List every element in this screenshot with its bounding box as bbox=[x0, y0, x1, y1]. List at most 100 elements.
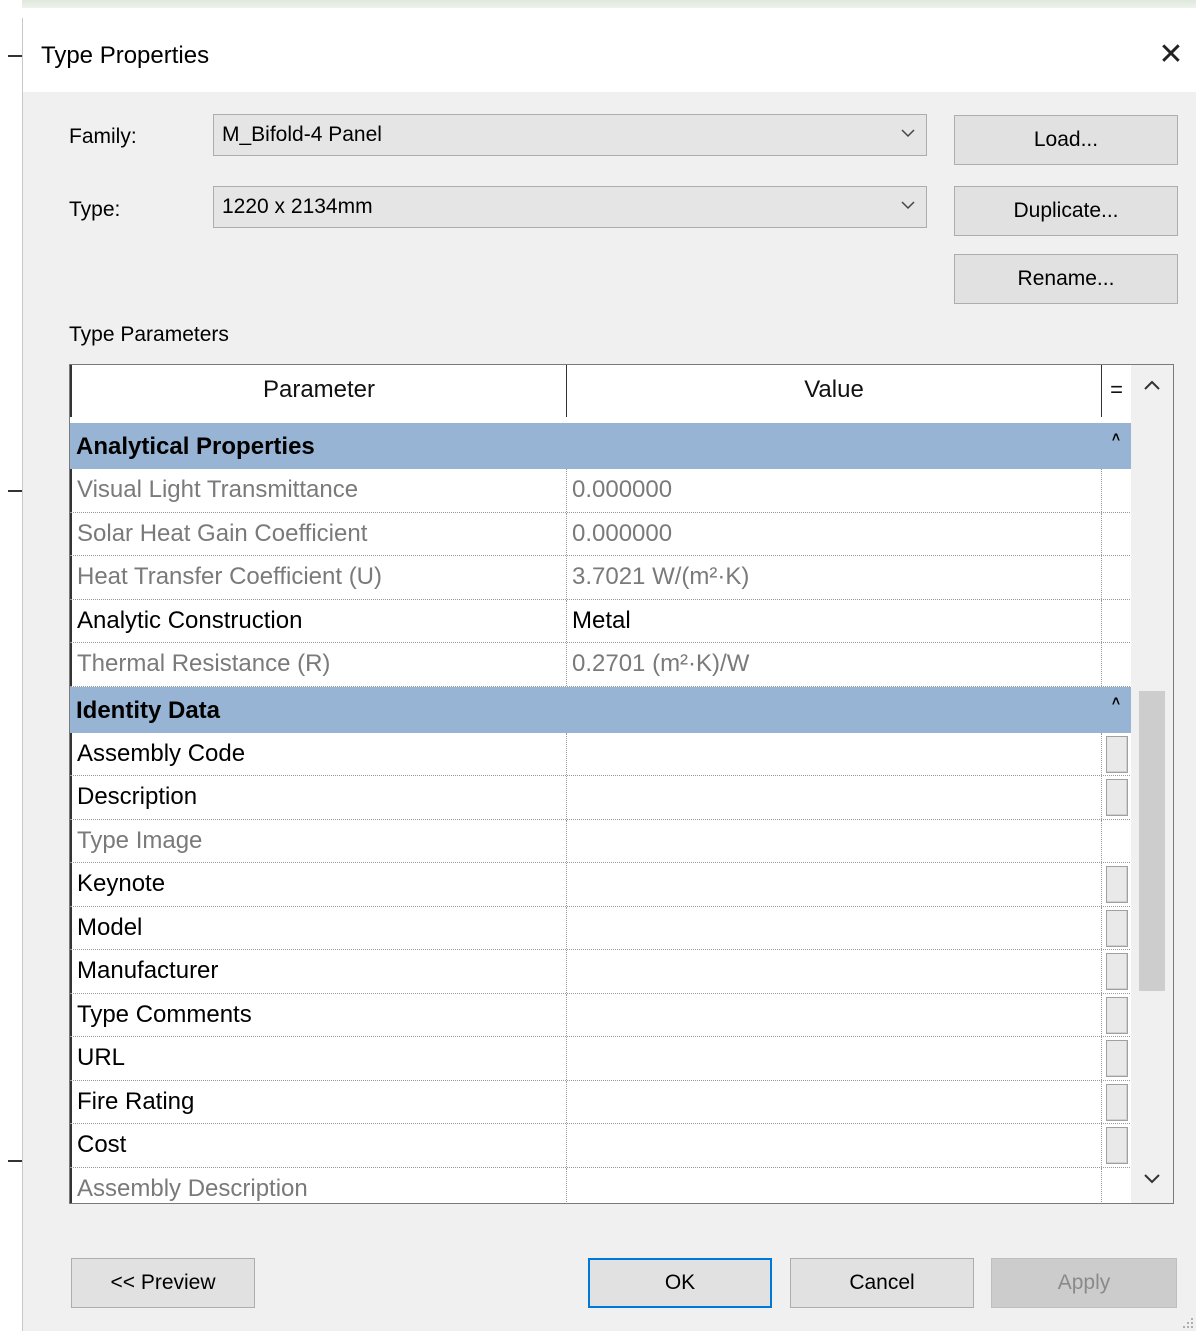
parameter-value-cell[interactable] bbox=[567, 993, 1102, 1036]
formula-button[interactable] bbox=[1106, 953, 1128, 990]
close-icon[interactable]: ✕ bbox=[1151, 36, 1191, 76]
formula-cell bbox=[1102, 776, 1132, 819]
group-header[interactable]: Identity Data ˄ bbox=[70, 686, 1132, 733]
parameter-row[interactable]: Description bbox=[70, 776, 1132, 820]
parameter-row[interactable]: Model bbox=[70, 906, 1132, 950]
chevron-down-icon[interactable] bbox=[1141, 1167, 1163, 1189]
type-value: 1220 x 2134mm bbox=[222, 195, 373, 218]
parameter-name-cell: Model bbox=[70, 906, 567, 949]
duplicate-button[interactable]: Duplicate... bbox=[954, 186, 1178, 236]
formula-button[interactable] bbox=[1106, 996, 1128, 1034]
family-dropdown[interactable]: M_Bifold-4 Panel bbox=[213, 114, 927, 156]
type-parameters-label: Type Parameters bbox=[69, 323, 229, 346]
parameter-name-cell: Keynote bbox=[70, 863, 567, 906]
grid-header: Parameter Value = bbox=[70, 365, 1132, 417]
formula-cell bbox=[1102, 513, 1132, 556]
formula-cell bbox=[1102, 1168, 1132, 1204]
parameter-row[interactable]: Type Comments bbox=[70, 993, 1132, 1037]
parameter-column-header[interactable]: Parameter bbox=[70, 365, 567, 417]
dialog-title: Type Properties bbox=[41, 42, 210, 69]
chevron-down-icon bbox=[901, 201, 915, 210]
gutter-tick bbox=[8, 55, 22, 57]
parameter-name-cell: Description bbox=[70, 776, 567, 819]
parameter-row[interactable]: Keynote bbox=[70, 863, 1132, 907]
cancel-button[interactable]: Cancel bbox=[790, 1258, 974, 1308]
parameter-name-cell: Cost bbox=[70, 1124, 567, 1167]
parameter-value-cell[interactable] bbox=[567, 1037, 1102, 1080]
parameter-row[interactable]: Heat Transfer Coefficient (U) 3.7021 W/(m… bbox=[70, 556, 1132, 600]
parameter-value-cell[interactable] bbox=[567, 950, 1102, 993]
formula-cell bbox=[1102, 643, 1132, 686]
family-label: Family: bbox=[69, 125, 137, 148]
scrollbar-thumb[interactable] bbox=[1139, 691, 1165, 991]
resize-grip-icon[interactable] bbox=[1180, 1315, 1194, 1329]
parameter-row[interactable]: Analytic Construction Metal bbox=[70, 599, 1132, 643]
parameter-value-cell[interactable] bbox=[567, 1124, 1102, 1167]
parameter-value-cell[interactable] bbox=[567, 1080, 1102, 1123]
parameter-value-cell[interactable] bbox=[567, 906, 1102, 949]
ok-button[interactable]: OK bbox=[588, 1258, 772, 1308]
parameter-row[interactable]: Solar Heat Gain Coefficient 0.000000 bbox=[70, 512, 1132, 556]
type-dropdown[interactable]: 1220 x 2134mm bbox=[213, 186, 927, 228]
parameter-value-cell[interactable]: Metal bbox=[567, 599, 1102, 642]
parameter-value-cell[interactable] bbox=[567, 776, 1102, 819]
chevron-down-icon bbox=[901, 129, 915, 138]
parameter-name-cell: Thermal Resistance (R) bbox=[70, 643, 567, 686]
formula-cell bbox=[1102, 1124, 1132, 1167]
parameter-name-cell: Type Comments bbox=[70, 993, 567, 1036]
load-button[interactable]: Load... bbox=[954, 115, 1178, 165]
type-label: Type: bbox=[69, 198, 121, 221]
parameter-value-cell: 0.000000 bbox=[567, 512, 1102, 555]
formula-cell bbox=[1102, 469, 1132, 512]
parameter-name-cell: Assembly Description bbox=[70, 1167, 567, 1203]
parameter-value-cell: 3.7021 W/(m²·K) bbox=[567, 556, 1102, 599]
formula-button[interactable] bbox=[1106, 1127, 1128, 1164]
collapse-icon[interactable]: ˄ bbox=[1112, 429, 1120, 445]
formula-cell bbox=[1102, 994, 1132, 1037]
gutter-tick bbox=[8, 490, 22, 492]
group-title: Analytical Properties bbox=[76, 433, 315, 460]
parameter-row[interactable]: Type Image bbox=[70, 819, 1132, 863]
gutter-tick bbox=[8, 1160, 22, 1162]
parameter-row[interactable]: Manufacturer bbox=[70, 950, 1132, 994]
parameter-row[interactable]: Visual Light Transmittance 0.000000 bbox=[70, 469, 1132, 513]
parameter-value-cell: 0.000000 bbox=[567, 469, 1102, 512]
parameter-row[interactable]: Fire Rating bbox=[70, 1080, 1132, 1124]
parameter-row[interactable]: Cost bbox=[70, 1124, 1132, 1168]
parameter-name-cell: Visual Light Transmittance bbox=[70, 469, 567, 512]
formula-button[interactable] bbox=[1106, 1083, 1128, 1121]
vertical-scrollbar[interactable] bbox=[1131, 365, 1173, 1203]
formula-button[interactable] bbox=[1106, 866, 1128, 903]
formula-button[interactable] bbox=[1106, 1040, 1128, 1077]
preview-button[interactable]: << Preview bbox=[71, 1258, 255, 1308]
rename-button[interactable]: Rename... bbox=[954, 254, 1178, 304]
background-app-gutter bbox=[0, 0, 22, 1331]
formula-cell bbox=[1102, 733, 1132, 776]
title-bar: Type Properties ✕ bbox=[23, 18, 1196, 92]
chevron-up-icon[interactable] bbox=[1141, 375, 1163, 397]
parameter-row[interactable]: Assembly Description bbox=[70, 1167, 1132, 1204]
group-header[interactable]: Analytical Properties ˄ bbox=[70, 423, 1132, 469]
formula-cell bbox=[1102, 600, 1132, 643]
parameter-value-cell[interactable] bbox=[567, 732, 1102, 775]
formula-button[interactable] bbox=[1106, 909, 1128, 947]
grid-rows: Analytical Properties ˄ Visual Light Trans… bbox=[70, 423, 1132, 1204]
parameter-name-cell: Heat Transfer Coefficient (U) bbox=[70, 556, 567, 599]
apply-button[interactable]: Apply bbox=[991, 1258, 1177, 1308]
parameter-name-cell: Assembly Code bbox=[70, 732, 567, 775]
value-column-header[interactable]: Value bbox=[567, 365, 1102, 417]
parameter-name-cell: Analytic Construction bbox=[70, 599, 567, 642]
collapse-icon[interactable]: ˄ bbox=[1112, 693, 1120, 709]
group-title: Identity Data bbox=[76, 696, 221, 724]
formula-cell bbox=[1102, 1037, 1132, 1080]
parameter-row[interactable]: Thermal Resistance (R) 0.2701 (m²·K)/W bbox=[70, 643, 1132, 687]
formula-button[interactable] bbox=[1106, 779, 1128, 816]
formula-column-header[interactable]: = bbox=[1102, 365, 1132, 417]
parameter-row[interactable]: URL bbox=[70, 1037, 1132, 1081]
parameter-row[interactable]: Assembly Code bbox=[70, 732, 1132, 776]
window-top-edge bbox=[0, 0, 1196, 8]
parameter-value-cell: 0.2701 (m²·K)/W bbox=[567, 643, 1102, 686]
formula-cell bbox=[1102, 820, 1132, 863]
formula-button[interactable] bbox=[1106, 735, 1128, 773]
parameter-value-cell[interactable] bbox=[567, 863, 1102, 906]
